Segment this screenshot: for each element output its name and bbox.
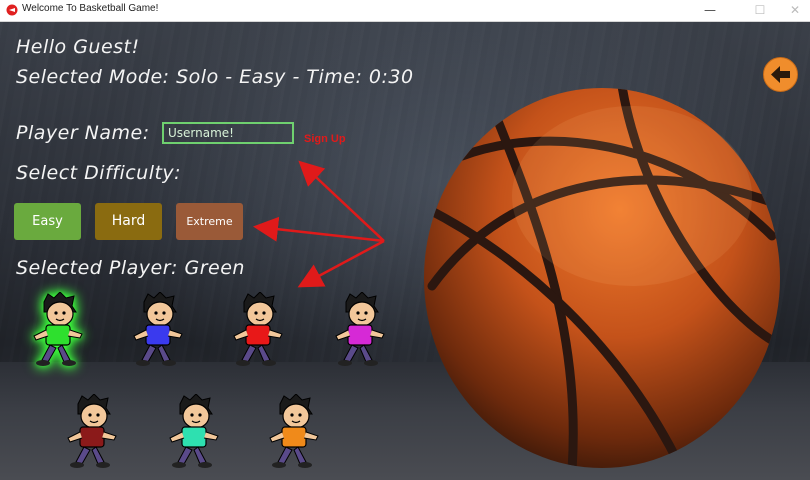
maximize-button[interactable]: ☐ <box>740 0 780 21</box>
arrow-left-icon <box>771 66 790 83</box>
selected-player-text: Selected Player: Green <box>16 257 245 279</box>
player-character-5[interactable] <box>60 393 124 472</box>
player-character-3[interactable] <box>226 291 290 370</box>
basketball-image <box>424 88 780 468</box>
player-character-7[interactable] <box>262 393 326 472</box>
difficulty-label: Select Difficulty: <box>16 162 182 184</box>
difficulty-easy-button[interactable]: Easy <box>14 203 81 240</box>
back-button[interactable] <box>763 57 798 92</box>
app-icon <box>6 4 18 16</box>
player-character-6[interactable] <box>162 393 226 472</box>
selected-mode-text: Selected Mode: Solo - Easy - Time: 0:30 <box>16 66 414 88</box>
greeting-text: Hello Guest! <box>16 36 140 58</box>
sign-up-link[interactable]: Sign Up <box>304 133 346 145</box>
player-character-1[interactable] <box>26 291 90 370</box>
window-title: Welcome To Basketball Game! <box>22 3 159 14</box>
window-titlebar: Welcome To Basketball Game! — ☐ ✕ <box>0 0 810 22</box>
difficulty-extreme-button[interactable]: Extreme <box>176 203 243 240</box>
player-character-4[interactable] <box>328 291 392 370</box>
player-character-2[interactable] <box>126 291 190 370</box>
minimize-button[interactable]: — <box>690 0 730 21</box>
username-input[interactable] <box>162 122 294 144</box>
close-button[interactable]: ✕ <box>775 0 810 21</box>
player-name-label: Player Name: <box>16 122 150 144</box>
game-canvas: Hello Guest! Selected Mode: Solo - Easy … <box>0 22 810 480</box>
difficulty-hard-button[interactable]: Hard <box>95 203 162 240</box>
